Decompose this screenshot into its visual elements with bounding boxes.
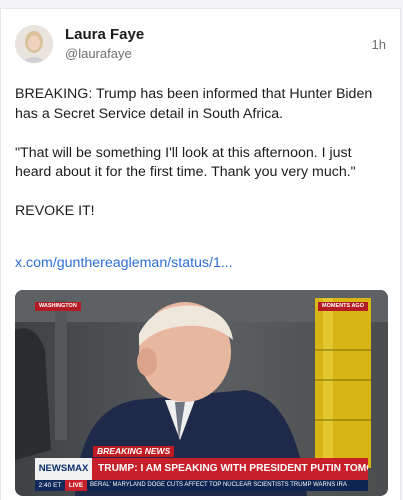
post-body: BREAKING: Trump has been informed that H…: [15, 85, 391, 241]
location-bug: WASHINGTON: [35, 302, 81, 311]
moments-ago-bug: MOMENTS AGO: [318, 302, 368, 311]
post-paragraph: BREAKING: Trump has been informed that H…: [15, 86, 373, 122]
display-name[interactable]: Laura Faye: [65, 26, 144, 43]
news-ticker: BERAL' MARYLAND DOGE CUTS AFFECT TOP NUC…: [87, 480, 368, 491]
timestamp[interactable]: 1h: [372, 37, 386, 52]
post-link[interactable]: x.com/gunthereagleman/status/1...: [15, 255, 233, 271]
handle[interactable]: @laurafaye: [65, 46, 132, 61]
breaking-news-label: BREAKING NEWS: [93, 446, 175, 457]
video-thumbnail[interactable]: WASHINGTON MOMENTS AGO BREAKING NEWS NEW…: [15, 290, 388, 496]
post-paragraph: "That will be something I'll look at thi…: [15, 144, 356, 181]
live-badge: LIVE: [65, 480, 87, 491]
avatar[interactable]: [15, 25, 53, 63]
avatar-image: [15, 25, 53, 63]
ticker-time: 2:40 ET: [35, 480, 65, 491]
network-logo: NEWSMAX: [35, 458, 92, 480]
post-paragraph: REVOKE IT!: [15, 203, 95, 219]
post-card[interactable]: Laura Faye @laurafaye 1h BREAKING: Trump…: [0, 8, 401, 500]
news-headline: TRUMP: I AM SPEAKING WITH PRESIDENT PUTI…: [92, 458, 368, 480]
